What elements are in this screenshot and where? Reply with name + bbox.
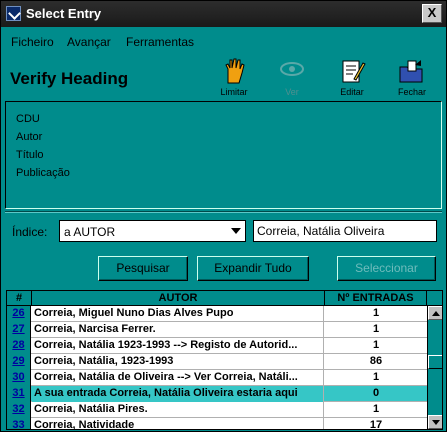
row-number[interactable]: 29 (7, 354, 31, 370)
row-count: 1 (372, 307, 380, 319)
row-author: Correia, Natália 1923-1993 --> Registo d… (32, 338, 324, 354)
results-table: # AUTOR Nº ENTRADAS 26 Correia, Miguel N… (6, 290, 443, 430)
index-label: Índice: (12, 225, 48, 239)
record-info-panel: CDU Autor Título Publicação (5, 101, 442, 209)
seleccionar-button: Seleccionar (337, 256, 436, 281)
row-number[interactable]: 31 (7, 386, 31, 402)
ver-label: Ver (285, 87, 299, 97)
row-count: 86 (369, 355, 383, 367)
table-row[interactable]: 30 Correia, Natália de Oliveira --> Ver … (7, 370, 427, 386)
table-row[interactable]: 32 Correia, Natália Pires. 1 (7, 402, 427, 418)
table-row-selected[interactable]: 31 A sua entrada Correia, Natália Olivei… (7, 386, 427, 402)
column-header-spacer (427, 291, 442, 306)
folder-icon (399, 60, 423, 83)
ver-button: Ver (272, 57, 312, 97)
row-number[interactable]: 32 (7, 402, 31, 418)
field-titulo: Título (16, 149, 44, 161)
table-row[interactable]: 29 Correia, Natália, 1923-1993 86 (7, 354, 427, 370)
edit-document-icon (342, 60, 366, 83)
table-row[interactable]: 28 Correia, Natália 1923-1993 --> Regist… (7, 338, 427, 354)
index-select[interactable]: a AUTOR (59, 220, 246, 242)
search-input[interactable] (253, 220, 437, 242)
row-count: 1 (372, 339, 380, 351)
pesquisar-button[interactable]: Pesquisar (98, 256, 188, 281)
column-header-number: # (7, 291, 32, 306)
row-number[interactable]: 27 (7, 322, 31, 338)
close-button[interactable]: X (422, 4, 442, 23)
table-row[interactable]: 33 Correia, Natividade 17 (7, 418, 427, 430)
window-title: Select Entry (26, 6, 102, 21)
menu-ferramentas[interactable]: Ferramentas (126, 35, 194, 49)
row-count: 1 (372, 371, 380, 383)
field-cdu: CDU (16, 113, 40, 125)
menu-ficheiro[interactable]: Ficheiro (11, 35, 54, 49)
column-header-autor[interactable]: AUTOR (32, 291, 325, 306)
scroll-thumb[interactable] (428, 355, 442, 369)
header: Verify Heading Limitar Ver Editar Fechar (2, 51, 445, 99)
scroll-down-icon[interactable] (428, 415, 442, 429)
menu-bar: Ficheiro Avançar Ferramentas (2, 28, 445, 50)
row-author: Correia, Natália Pires. (32, 402, 324, 418)
expandir-tudo-button[interactable]: Expandir Tudo (197, 256, 309, 281)
field-autor: Autor (16, 131, 43, 143)
fechar-label: Fechar (397, 87, 426, 97)
field-publicacao: Publicação (16, 167, 70, 179)
menu-avancar[interactable]: Avançar (67, 35, 111, 49)
limitar-button[interactable]: Limitar (214, 57, 254, 97)
row-author: Correia, Natália de Oliveira --> Ver Cor… (32, 370, 324, 386)
vertical-scrollbar[interactable] (427, 306, 442, 429)
row-author: Correia, Natividade (32, 418, 324, 429)
app-icon (6, 6, 21, 21)
row-author: A sua entrada Correia, Natália Oliveira … (32, 386, 324, 402)
page-title: Verify Heading (10, 69, 129, 88)
divider (5, 211, 442, 213)
title-bar[interactable]: Select Entry X (1, 1, 446, 27)
row-number[interactable]: 26 (7, 306, 31, 322)
row-count: 1 (372, 403, 380, 415)
scroll-up-icon[interactable] (428, 306, 442, 320)
row-author: Correia, Miguel Nuno Dias Alves Pupo (32, 306, 324, 322)
editar-button[interactable]: Editar (332, 57, 372, 97)
limitar-label: Limitar (220, 87, 248, 97)
view-icon (280, 62, 304, 76)
row-author: Correia, Narcisa Ferrer. (32, 322, 324, 338)
table-row[interactable]: 26 Correia, Miguel Nuno Dias Alves Pupo … (7, 306, 427, 322)
row-number[interactable]: 30 (7, 370, 31, 386)
row-count: 1 (372, 323, 380, 335)
index-selected-value: a AUTOR (64, 225, 116, 239)
row-count: 0 (372, 387, 380, 399)
hand-icon (225, 58, 245, 84)
row-number[interactable]: 33 (7, 418, 31, 429)
editar-label: Editar (340, 87, 364, 97)
row-count: 17 (369, 419, 383, 430)
row-number[interactable]: 28 (7, 338, 31, 354)
select-entry-window: Select Entry X Ficheiro Avançar Ferramen… (0, 0, 447, 432)
fechar-button[interactable]: Fechar (392, 57, 432, 97)
column-header-entradas[interactable]: Nº ENTRADAS (325, 291, 427, 306)
table-row[interactable]: 27 Correia, Narcisa Ferrer. 1 (7, 322, 427, 338)
row-author: Correia, Natália, 1923-1993 (32, 354, 324, 370)
chevron-down-icon[interactable] (231, 228, 241, 234)
